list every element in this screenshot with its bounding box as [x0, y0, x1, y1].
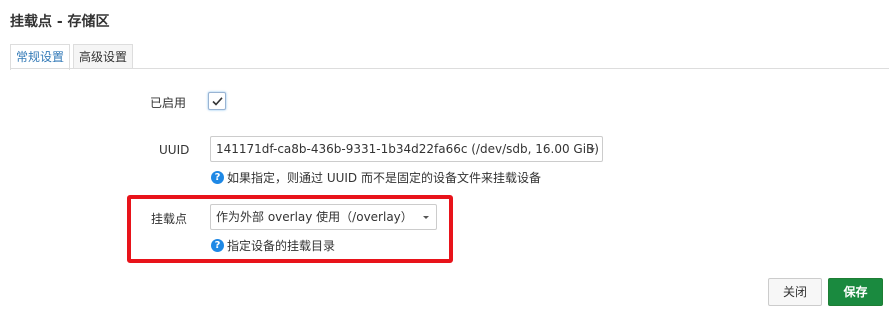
uuid-select[interactable]: 141171df-ca8b-436b-9331-1b34d22fa66c (/d…	[210, 136, 603, 162]
uuid-help: ? 如果指定，则通过 UUID 而不是固定的设备文件来挂载设备	[211, 169, 541, 186]
tab-bar: 常规设置 高级设置	[10, 44, 136, 70]
tab-advanced-settings[interactable]: 高级设置	[73, 44, 134, 69]
caret-down-icon	[589, 148, 595, 151]
close-button[interactable]: 关闭	[768, 278, 822, 306]
tab-divider	[10, 68, 889, 69]
uuid-help-text: 如果指定，则通过 UUID 而不是固定的设备文件来挂载设备	[227, 171, 541, 185]
page-title: 挂载点 - 存储区	[10, 14, 110, 30]
uuid-select-value: 141171df-ca8b-436b-9331-1b34d22fa66c (/d…	[216, 142, 599, 156]
check-icon	[212, 97, 223, 106]
enabled-checkbox[interactable]	[208, 92, 226, 110]
enabled-label: 已启用	[150, 96, 187, 110]
question-circle-icon: ?	[211, 171, 224, 184]
highlight-box	[127, 195, 453, 263]
tab-general-settings[interactable]: 常规设置	[10, 44, 71, 70]
uuid-label: UUID	[159, 143, 190, 157]
save-button[interactable]: 保存	[828, 278, 883, 306]
